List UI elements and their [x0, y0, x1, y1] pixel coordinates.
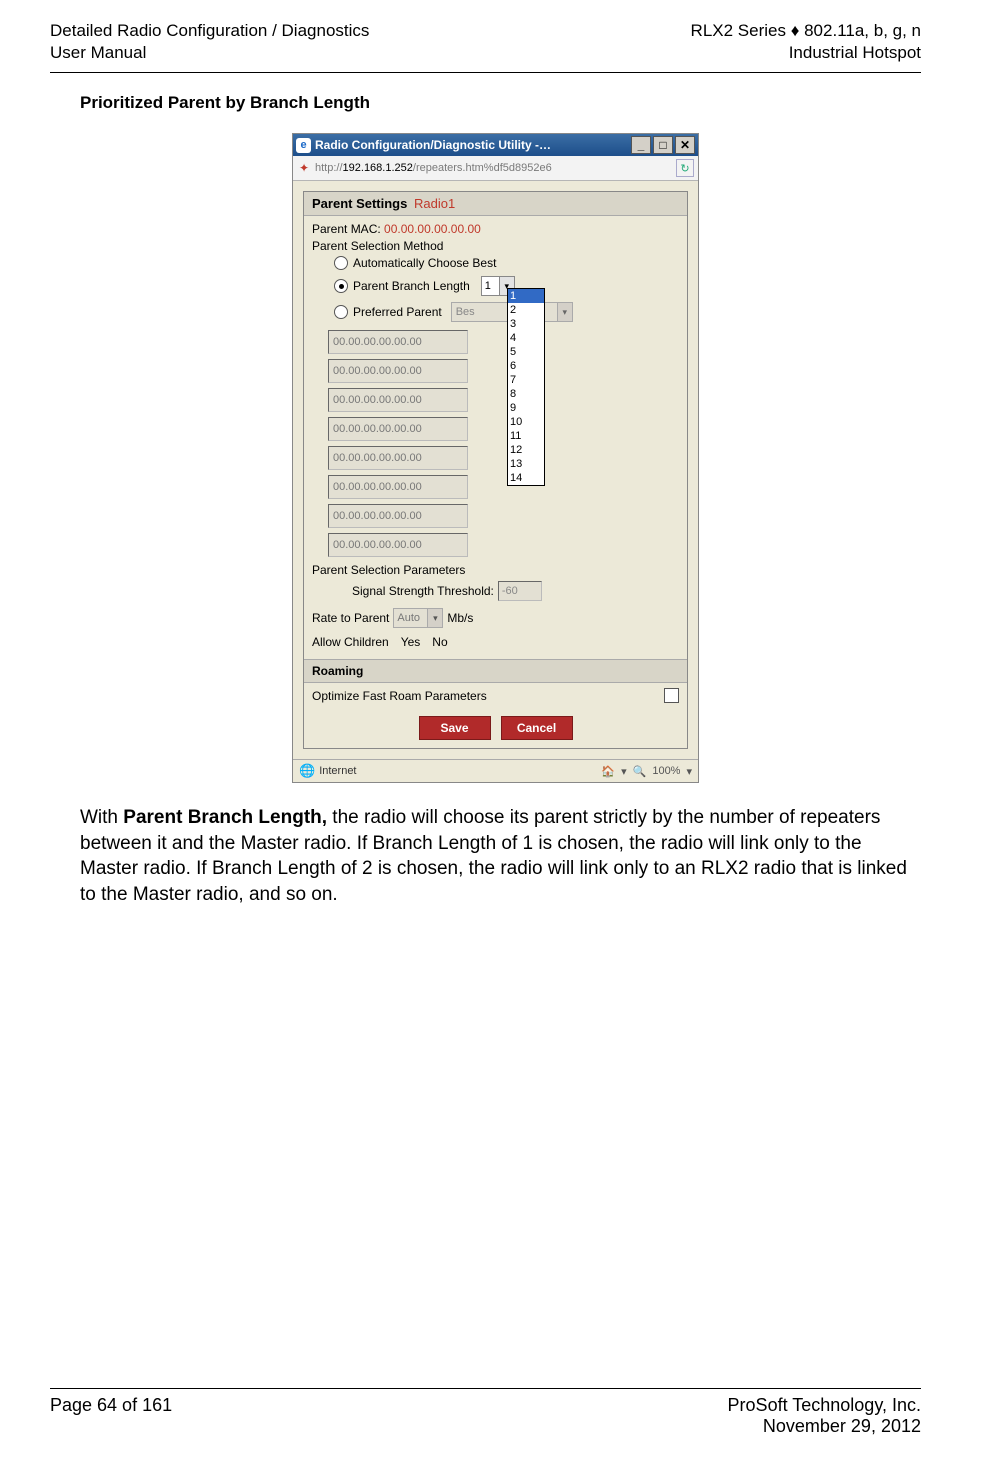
address-bar[interactable]: ✦ http://192.168.1.252/repeaters.htm%df5…	[293, 156, 698, 181]
option-preferred-row[interactable]: Preferred Parent Bes ▾	[312, 299, 679, 325]
mac-input: 00.00.00.00.00.00	[328, 475, 468, 499]
rate-label: Rate to Parent	[312, 611, 389, 625]
body-paragraph: With Parent Branch Length, the radio wil…	[80, 805, 911, 908]
status-bar: 🌐 Internet 🏠 ▾ 🔍 100% ▾	[293, 759, 698, 782]
mac-input: 00.00.00.00.00.00	[328, 417, 468, 441]
zoom-value: 100%	[652, 765, 680, 777]
button-row: Save Cancel	[304, 708, 687, 748]
allow-children-label: Allow Children	[312, 635, 389, 649]
url-text: http://192.168.1.252/repeaters.htm%df5d8…	[315, 162, 672, 174]
mac-input: 00.00.00.00.00.00	[328, 533, 468, 557]
dropdown-option[interactable]: 9	[508, 401, 544, 415]
status-internet-label: Internet	[319, 765, 356, 777]
mac-input: 00.00.00.00.00.00	[328, 330, 468, 354]
minimize-button[interactable]: _	[631, 136, 651, 154]
mac-input: 00.00.00.00.00.00	[328, 446, 468, 470]
dropdown-arrow-icon[interactable]: ▾	[427, 609, 442, 627]
url-prefix: http://	[315, 162, 343, 174]
window-titlebar: e Radio Configuration/Diagnostic Utility…	[293, 134, 698, 156]
footer-date: November 29, 2012	[728, 1416, 921, 1437]
option-branch-label: Parent Branch Length	[353, 279, 470, 293]
dropdown-option[interactable]: 1	[508, 289, 544, 303]
dropdown-option[interactable]: 6	[508, 359, 544, 373]
rate-row: Rate to Parent Auto ▾ Mb/s	[312, 605, 679, 631]
url-host: 192.168.1.252	[343, 162, 413, 174]
allow-yes-label: Yes	[401, 635, 421, 649]
dropdown-option[interactable]: 11	[508, 429, 544, 443]
footer-left: Page 64 of 161	[50, 1395, 172, 1437]
radio-branch[interactable]	[334, 279, 348, 293]
header-right-line2: Industrial Hotspot	[691, 42, 921, 64]
option-branch-row[interactable]: Parent Branch Length 1 ▾	[312, 273, 679, 299]
panel-header: Parent Settings Radio1	[304, 192, 687, 216]
dropdown-arrow-icon: ▾	[557, 303, 572, 321]
ie-icon: e	[296, 138, 311, 153]
header-left-line2: User Manual	[50, 42, 369, 64]
roaming-option-label: Optimize Fast Roam Parameters	[312, 689, 487, 703]
dropdown-option[interactable]: 3	[508, 317, 544, 331]
page-footer: Page 64 of 161 ProSoft Technology, Inc. …	[50, 1388, 921, 1437]
dropdown-option[interactable]: 2	[508, 303, 544, 317]
selection-method-label: Parent Selection Method	[312, 239, 679, 253]
rate-value: Auto	[394, 612, 423, 624]
page-header: Detailed Radio Configuration / Diagnosti…	[50, 20, 921, 73]
close-button[interactable]: ✕	[675, 136, 695, 154]
url-path: /repeaters.htm%df5d8952e6	[413, 162, 552, 174]
signal-threshold-input[interactable]: -60	[498, 581, 542, 601]
window-title: Radio Configuration/Diagnostic Utility -…	[315, 138, 631, 152]
roaming-header: Roaming	[304, 659, 687, 683]
preferred-value: Bes	[452, 306, 479, 318]
favicon-icon: ✦	[297, 161, 311, 175]
header-right-line1: RLX2 Series ♦ 802.11a, b, g, n	[691, 20, 921, 42]
allow-no-label: No	[432, 635, 447, 649]
radio-auto[interactable]	[334, 256, 348, 270]
option-preferred-label: Preferred Parent	[353, 305, 442, 319]
globe-icon: 🌐	[299, 763, 315, 779]
section-title: Prioritized Parent by Branch Length	[80, 93, 911, 113]
rate-unit: Mb/s	[447, 611, 473, 625]
dropdown-option[interactable]: 14	[508, 471, 544, 485]
body-bold: Parent Branch Length,	[123, 807, 327, 828]
body-prefix: With	[80, 807, 123, 828]
footer-company: ProSoft Technology, Inc.	[728, 1395, 921, 1416]
mac-input: 00.00.00.00.00.00	[328, 388, 468, 412]
branch-length-value: 1	[482, 280, 494, 292]
parent-mac-label: Parent MAC:	[312, 222, 381, 236]
selection-params-label: Parent Selection Parameters	[312, 563, 679, 577]
cancel-button[interactable]: Cancel	[501, 716, 573, 740]
radio-name: Radio1	[414, 196, 455, 211]
parent-settings-panel: Parent Settings Radio1 Parent MAC: 00.00…	[303, 191, 688, 749]
parent-mac-row: Parent MAC: 00.00.00.00.00.00	[312, 222, 679, 236]
refresh-icon[interactable]: ↻	[676, 159, 694, 177]
mac-input: 00.00.00.00.00.00	[328, 504, 468, 528]
dropdown-option[interactable]: 7	[508, 373, 544, 387]
option-auto-label: Automatically Choose Best	[353, 256, 496, 270]
header-left-line1: Detailed Radio Configuration / Diagnosti…	[50, 20, 369, 42]
browser-window: e Radio Configuration/Diagnostic Utility…	[292, 133, 699, 783]
dropdown-option[interactable]: 10	[508, 415, 544, 429]
dropdown-option[interactable]: 12	[508, 443, 544, 457]
signal-threshold-label: Signal Strength Threshold:	[352, 584, 494, 598]
roaming-body: Optimize Fast Roam Parameters	[304, 683, 687, 708]
dropdown-option[interactable]: 5	[508, 345, 544, 359]
option-auto-row[interactable]: Automatically Choose Best	[312, 253, 679, 273]
parent-mac-value: 00.00.00.00.00.00	[384, 222, 481, 236]
dropdown-option[interactable]: 4	[508, 331, 544, 345]
maximize-button[interactable]: □	[653, 136, 673, 154]
save-button[interactable]: Save	[419, 716, 491, 740]
allow-children-row: Allow Children Yes No	[312, 631, 679, 653]
zoom-icon: 🔍	[633, 765, 647, 778]
roaming-checkbox[interactable]	[664, 688, 679, 703]
dropdown-option[interactable]: 8	[508, 387, 544, 401]
signal-threshold-row: Signal Strength Threshold: -60	[312, 577, 679, 605]
zoom-control[interactable]: 🏠 ▾ 🔍 100% ▾	[601, 765, 692, 778]
panel-title: Parent Settings	[312, 196, 407, 211]
security-icon: 🏠	[601, 765, 615, 778]
branch-dropdown-list[interactable]: 1 2 3 4 5 6 7 8 9 10 11 12 13 14	[507, 288, 545, 486]
dropdown-option[interactable]: 13	[508, 457, 544, 471]
mac-input: 00.00.00.00.00.00	[328, 359, 468, 383]
rate-select[interactable]: Auto ▾	[393, 608, 443, 628]
radio-preferred[interactable]	[334, 305, 348, 319]
